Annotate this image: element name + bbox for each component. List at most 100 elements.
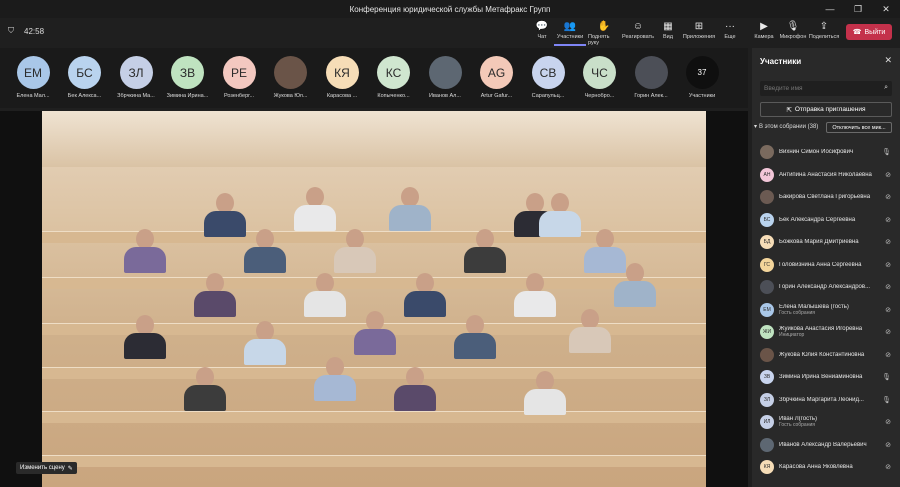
participant-name: Копыченко... bbox=[377, 93, 410, 99]
auditorium-ceiling bbox=[42, 111, 706, 167]
strip-participant[interactable]: ЕМ Елена Мал... bbox=[8, 56, 58, 104]
participant-head bbox=[581, 309, 599, 329]
strip-participant[interactable]: Горин Алек... bbox=[626, 56, 676, 104]
participant-role: Инициатор bbox=[779, 332, 805, 339]
avatar: КЯ bbox=[325, 56, 359, 89]
microphone-muted-icon: ⊘ bbox=[885, 464, 891, 472]
participant-body bbox=[294, 205, 336, 231]
meeting-participant-video bbox=[302, 273, 348, 317]
shield-icon: ⛉ bbox=[8, 26, 14, 35]
mute-all-button[interactable]: Отключить все мик... bbox=[826, 122, 892, 133]
leave-button[interactable]: ☎ Выйти bbox=[846, 24, 892, 40]
list-item[interactable]: Иванов Александр Валерьевич ⊘ bbox=[752, 434, 900, 457]
search-input[interactable] bbox=[760, 81, 892, 96]
avatar bbox=[760, 437, 774, 452]
strip-participant[interactable]: КЯ Карасова ... bbox=[317, 56, 367, 104]
strip-participant[interactable]: ЗЛ Збрчкина Ма... bbox=[111, 56, 161, 104]
participant-head bbox=[366, 311, 384, 331]
close-window-icon[interactable]: ✕ bbox=[872, 0, 900, 18]
avatar: РЕ bbox=[222, 56, 256, 89]
participant-name: Елена Мал... bbox=[16, 93, 50, 99]
participant-count: 37 bbox=[685, 56, 719, 89]
meeting-toolbar: ⛉ 42:58 💬 Чат 👥 Участники ✋ Поднять руку ☺ Р… bbox=[0, 18, 900, 48]
participant-body bbox=[314, 375, 356, 401]
participant-name: Вихнин Симон Иосифович bbox=[779, 149, 854, 156]
microphone-muted-icon: ⊘ bbox=[885, 329, 891, 337]
microphone-muted-icon: ⊘ bbox=[885, 216, 891, 224]
meeting-participant-video bbox=[242, 321, 288, 365]
more-button[interactable]: ··· Еще bbox=[714, 20, 746, 46]
microphone-icon: 🎙 bbox=[882, 396, 891, 404]
strip-participant[interactable]: Иванов Ал... bbox=[420, 56, 470, 104]
maximize-icon[interactable]: ❐ bbox=[844, 0, 872, 18]
participant-info: Бакирова Светлана Григорьевна bbox=[779, 194, 883, 200]
avatar bbox=[760, 347, 774, 362]
meeting-participant-video bbox=[462, 229, 508, 273]
list-item[interactable]: АН Антипина Анастасия Николаевна ⊘ bbox=[752, 164, 900, 187]
microphone-muted-icon: ⊘ bbox=[885, 284, 891, 292]
meeting-participant-video bbox=[292, 187, 338, 231]
strip-participant[interactable]: БС Бек Алекса... bbox=[60, 56, 110, 104]
camera-button[interactable]: ▶ Камера bbox=[748, 20, 780, 46]
participant-info: Горин Александр Александров... bbox=[779, 284, 883, 290]
strip-participant[interactable]: ЗВ Зимина Ирина... bbox=[163, 56, 213, 104]
auditorium-tier bbox=[42, 277, 706, 289]
list-item[interactable]: ЗЛ Збрчкина Маргарита Леонид... 🎙 bbox=[752, 389, 900, 412]
minimize-icon[interactable]: — bbox=[816, 0, 844, 18]
search-icon[interactable]: ⌕ bbox=[884, 84, 888, 92]
participant-info: Жукова Юлия Константиновна bbox=[779, 352, 883, 358]
list-item[interactable]: ИЛ Иван Л(гость) Гость собрания ⊘ bbox=[752, 411, 900, 434]
participants-button[interactable]: 👥 Участники bbox=[554, 20, 586, 46]
strip-participant[interactable]: КС Копыченко... bbox=[369, 56, 419, 104]
react-button[interactable]: ☺ Реагировать bbox=[622, 20, 654, 46]
participant-role: Гость собрания bbox=[779, 309, 815, 316]
participant-head bbox=[596, 229, 614, 249]
list-item[interactable]: ЗВ Зимина Ирина Вениаминовна 🎙 bbox=[752, 366, 900, 389]
participant-body bbox=[194, 291, 236, 317]
avatar: ЗВ bbox=[171, 56, 204, 89]
list-item[interactable]: Жукова Юлия Константиновна ⊘ bbox=[752, 344, 900, 367]
avatar: КС bbox=[377, 56, 410, 89]
participant-body bbox=[394, 385, 436, 411]
strip-participant[interactable]: ЧС Чернобро... bbox=[575, 56, 625, 104]
participant-head bbox=[256, 321, 274, 341]
strip-participant[interactable]: Жукова Юл... bbox=[266, 56, 316, 104]
list-item[interactable]: Горин Александр Александров... ⊘ bbox=[752, 276, 900, 299]
participant-info: Головизнина Анна Сергеевна bbox=[779, 262, 883, 268]
change-scene-button[interactable]: Изменить сцену ✎ bbox=[16, 462, 77, 474]
strip-participant[interactable]: СВ Сарапульц... bbox=[523, 56, 573, 104]
apps-button[interactable]: ⊞ Приложения bbox=[683, 20, 715, 46]
participant-name: Жукова Юл... bbox=[273, 93, 308, 99]
section-header[interactable]: ▾ В этом собрании (38) bbox=[754, 123, 818, 131]
participant-name: Карасова ... bbox=[326, 93, 358, 99]
avatar: БС bbox=[68, 56, 101, 89]
list-item[interactable]: КЯ Карасова Анна Яковлевна ⊘ bbox=[752, 456, 900, 479]
more-participants[interactable]: 37 Участники bbox=[677, 56, 727, 104]
list-item[interactable]: БД Божкова Мария Дмитриевна ⊘ bbox=[752, 231, 900, 254]
participant-body bbox=[184, 385, 226, 411]
close-icon[interactable]: ✕ bbox=[884, 55, 892, 66]
microphone-button[interactable]: 🎙 Микрофон bbox=[777, 20, 809, 46]
list-item[interactable]: ЖИ Жуйкова Анастасия Игоревна Инициатор ⊘ bbox=[752, 321, 900, 344]
avatar: ГС bbox=[760, 257, 774, 272]
raise-hand-button[interactable]: ✋ Поднять руку bbox=[588, 20, 620, 46]
list-item[interactable]: ГС Головизнина Анна Сергеевна ⊘ bbox=[752, 254, 900, 277]
strip-participant[interactable]: РЕ Розенберг... bbox=[214, 56, 264, 104]
avatar: AG bbox=[480, 56, 513, 89]
microphone-icon: 🎙 bbox=[882, 149, 891, 157]
participant-head bbox=[416, 273, 434, 293]
view-button[interactable]: ▦ Вид bbox=[652, 20, 684, 46]
list-item[interactable]: ЕМ Елена Малышева (гость) Гость собрания ⊘ bbox=[752, 299, 900, 322]
share-button[interactable]: ⇪ Поделиться bbox=[808, 20, 840, 46]
send-invite-button[interactable]: ⇱ Отправка приглашения bbox=[760, 102, 892, 117]
list-item[interactable]: Вихнин Симон Иосифович 🎙 bbox=[752, 141, 900, 164]
list-item[interactable]: Бакирова Светлана Григорьевна ⊘ bbox=[752, 186, 900, 209]
meeting-participant-video bbox=[567, 309, 613, 353]
strip-participant[interactable]: AG Artur Gafur... bbox=[472, 56, 522, 104]
title-bar: Конференция юридической службы Метафракс… bbox=[0, 0, 900, 18]
list-item[interactable]: БС Бек Александра Сергеевна ⊘ bbox=[752, 209, 900, 232]
avatar: АН bbox=[760, 167, 774, 182]
participant-head bbox=[326, 357, 344, 377]
participants-panel: Участники ✕ ⌕ ⇱ Отправка приглашения ▾ В… bbox=[752, 48, 900, 487]
participant-name: Головизнина Анна Сергеевна bbox=[779, 261, 862, 268]
